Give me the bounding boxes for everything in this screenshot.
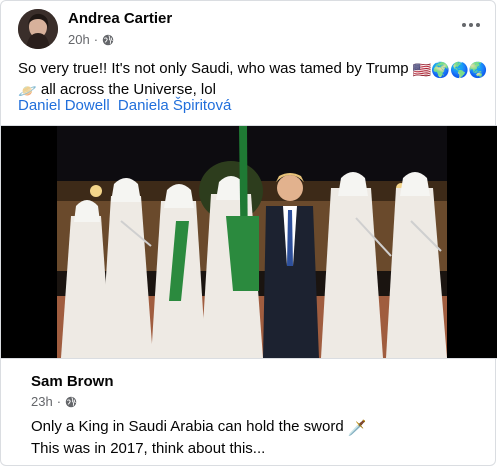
tagged-users: Daniel Dowell Daniela Špiritová [18,97,235,114]
post-time[interactable]: 20h [68,32,90,47]
shared-post-author[interactable]: Sam Brown [31,373,114,390]
shared-post-line1: Only a King in Saudi Arabia can hold the… [31,418,344,435]
avatar[interactable] [18,9,58,49]
us-flag-emoji: 🇺🇸 [412,62,432,79]
post-options-button[interactable] [459,13,483,37]
post-card: Andrea Cartier 20h · So very true!! It's… [0,0,497,467]
avatar-image [18,9,58,49]
shared-post-meta: 23h · [31,394,77,409]
shared-post-time[interactable]: 23h [31,394,53,409]
post-author[interactable]: Andrea Cartier [68,10,172,27]
globe-icon[interactable] [65,396,77,408]
shared-post[interactable]: Sam Brown 23h · Only a King in Saudi Ara… [1,125,497,467]
globe-americas-emoji: 🌎 [450,62,469,79]
post-text-line1: So very true!! It's not only Saudi, who … [18,60,409,77]
shared-post-content: Sam Brown 23h · Only a King in Saudi Ara… [1,358,497,469]
globe-icon[interactable] [102,34,114,46]
shared-post-text: Only a King in Saudi Arabia can hold the… [31,417,471,459]
more-horizontal-icon [462,23,480,27]
meta-separator: · [93,32,99,47]
post-meta: 20h · [68,32,114,47]
globe-europe-emoji: 🌍 [431,62,451,79]
globe-asia-emoji: 🌏 [468,62,488,79]
tag-link[interactable]: Daniel Dowell [18,97,110,114]
ceremony-photo [1,126,497,358]
post-text: So very true!! It's not only Saudi, who … [18,59,488,101]
dagger-emoji: 🗡️ [347,420,367,437]
tag-link[interactable]: Daniela Špiritová [118,97,231,114]
post-text-line2: all across the Universe, lol [40,81,216,98]
shared-post-line2: This was in 2017, think about this... [31,440,266,457]
shared-photo[interactable] [1,126,497,358]
meta-separator: · [56,394,62,409]
